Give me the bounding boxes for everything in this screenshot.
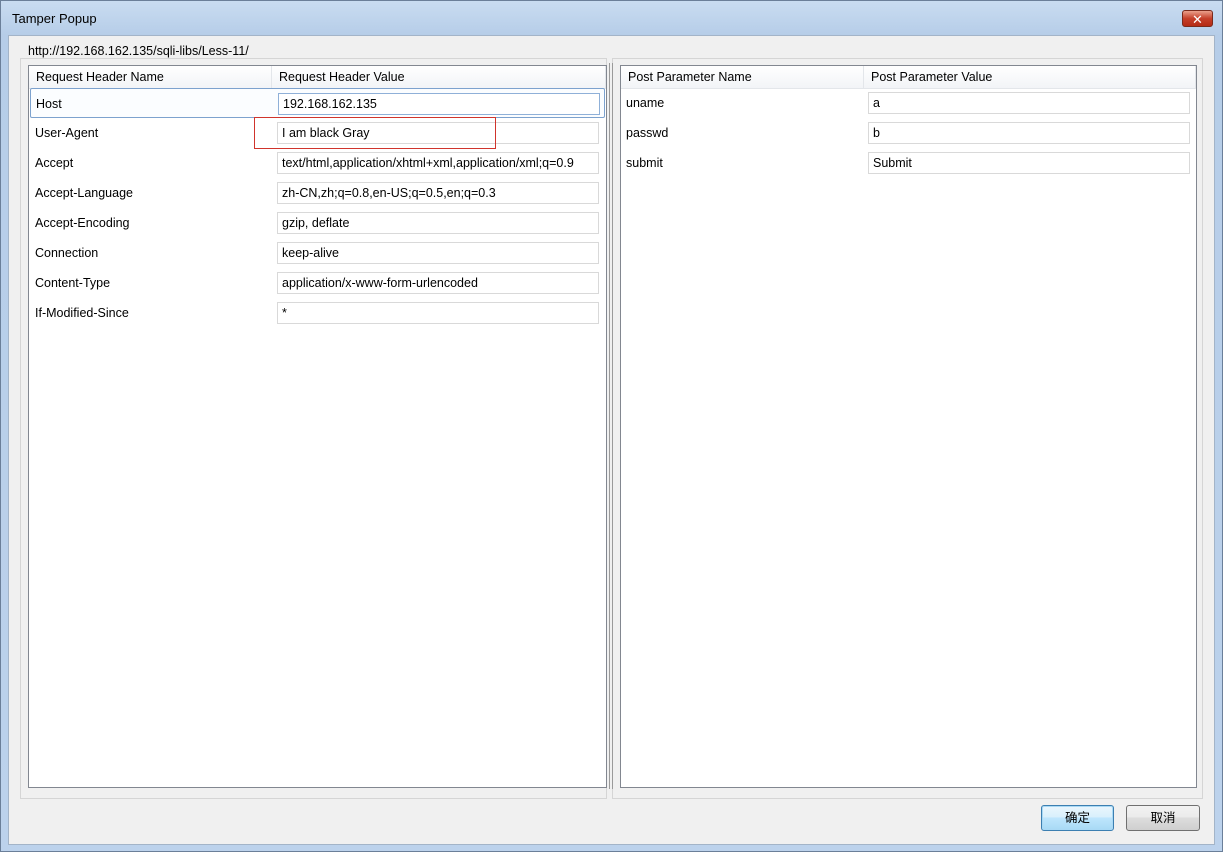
header-value-field[interactable]: I am black Gray [277,122,599,144]
column-header-request-header-name[interactable]: Request Header Name [29,66,272,88]
header-value-field[interactable]: application/x-www-form-urlencoded [277,272,599,294]
column-header-post-parameter-name[interactable]: Post Parameter Name [621,66,864,88]
header-row-content-type[interactable]: Content-Type application/x-www-form-urle… [29,268,606,298]
column-header-request-header-value[interactable]: Request Header Value [272,66,606,88]
close-button[interactable]: ✕ [1182,10,1213,27]
post-parameters-panel: Post Parameter Name Post Parameter Value… [612,58,1203,799]
header-name: Accept-Language [35,186,133,200]
cancel-button[interactable]: 取消 [1126,805,1200,831]
request-headers-panel: Request Header Name Request Header Value… [20,58,607,799]
panel-splitter[interactable] [607,63,615,789]
param-value-field[interactable]: b [868,122,1190,144]
param-name: passwd [626,126,669,140]
param-value-field[interactable]: a [868,92,1190,114]
header-name: User-Agent [35,126,99,140]
header-row-if-modified-since[interactable]: If-Modified-Since * [29,298,606,328]
request-headers-column-header: Request Header Name Request Header Value [29,66,606,89]
post-parameters-table: Post Parameter Name Post Parameter Value… [620,65,1197,788]
header-value-field[interactable]: * [277,302,599,324]
header-row-user-agent[interactable]: User-Agent I am black Gray [29,118,606,148]
param-name: uname [626,96,665,110]
param-row-uname[interactable]: uname a [621,88,1196,118]
param-row-passwd[interactable]: passwd b [621,118,1196,148]
param-name: submit [626,156,663,170]
header-value-field[interactable]: gzip, deflate [277,212,599,234]
request-url: http://192.168.162.135/sqli-libs/Less-11… [28,44,249,58]
title-bar[interactable]: Tamper Popup ✕ [1,1,1222,35]
header-value-field[interactable]: zh-CN,zh;q=0.8,en-US;q=0.5,en;q=0.3 [277,182,599,204]
param-row-submit[interactable]: submit Submit [621,148,1196,178]
header-name: Content-Type [35,276,111,290]
header-value-field[interactable]: 192.168.162.135 [278,93,600,115]
header-row-accept-encoding[interactable]: Accept-Encoding gzip, deflate [29,208,606,238]
tamper-popup-window: Tamper Popup ✕ http://192.168.162.135/sq… [0,0,1223,852]
header-row-accept-language[interactable]: Accept-Language zh-CN,zh;q=0.8,en-US;q=0… [29,178,606,208]
column-header-post-parameter-value[interactable]: Post Parameter Value [864,66,1196,88]
header-name: If-Modified-Since [35,306,129,320]
ok-button[interactable]: 确定 [1041,805,1114,831]
header-row-host[interactable]: Host 192.168.162.135 [30,88,605,118]
param-value-field[interactable]: Submit [868,152,1190,174]
header-row-accept[interactable]: Accept text/html,application/xhtml+xml,a… [29,148,606,178]
close-icon: ✕ [1192,12,1203,27]
header-name: Host [36,97,62,111]
header-value-field[interactable]: text/html,application/xhtml+xml,applicat… [277,152,599,174]
window-title: Tamper Popup [12,11,97,26]
header-row-connection[interactable]: Connection keep-alive [29,238,606,268]
request-headers-table: Request Header Name Request Header Value… [28,65,607,788]
header-name: Connection [35,246,99,260]
header-name: Accept [35,156,74,170]
header-value-field[interactable]: keep-alive [277,242,599,264]
post-parameters-column-header: Post Parameter Name Post Parameter Value [621,66,1196,89]
header-name: Accept-Encoding [35,216,130,230]
